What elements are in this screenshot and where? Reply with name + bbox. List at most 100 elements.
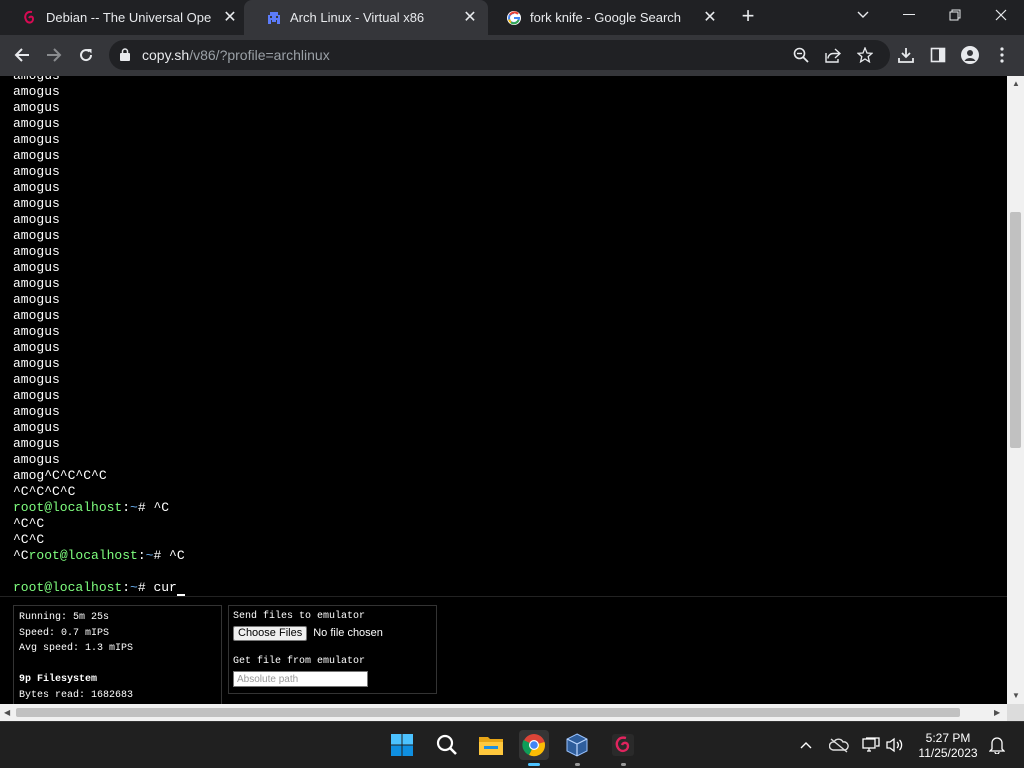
scroll-right-arrow-icon[interactable]: ▶ xyxy=(994,708,1000,717)
page-viewport: amogus amogus amogus amogus amogus amogus amog… xyxy=(0,76,1007,704)
terminal-line: ^C^C^C^C xyxy=(13,484,76,499)
vertical-scroll-thumb[interactable] xyxy=(1010,212,1021,448)
virtualbox-icon[interactable] xyxy=(562,730,592,766)
close-window-button[interactable] xyxy=(978,0,1024,30)
terminal-line: root@localhost:~# ^C xyxy=(13,500,185,516)
side-panel-icon[interactable] xyxy=(924,41,952,69)
terminal-line: amogus xyxy=(13,436,60,451)
scrollbar-corner xyxy=(1007,704,1024,721)
clock-time: 5:27 PM xyxy=(925,731,971,745)
file-chooser: Choose Files No file chosen xyxy=(233,624,432,642)
terminal-command: # ^C xyxy=(137,500,170,515)
prompt-dir: ~ xyxy=(130,580,138,595)
lock-icon[interactable] xyxy=(120,48,130,66)
active-app-indicator xyxy=(528,763,540,766)
tab-arch-linux[interactable]: Arch Linux - Virtual x86 ✕ xyxy=(244,0,488,35)
tab-title: fork knife - Google Search xyxy=(530,10,682,25)
terminal-line: ^C^C xyxy=(13,516,45,531)
tab-title: Debian -- The Universal Operating System xyxy=(46,10,212,25)
address-bar[interactable]: copy.sh/v86/?profile=archlinux xyxy=(109,40,890,70)
terminal-line: amogus xyxy=(13,212,60,227)
download-icon[interactable] xyxy=(892,41,920,69)
get-file-label: Get file from emulator xyxy=(233,656,366,667)
vertical-scrollbar[interactable]: ▲ ▼ xyxy=(1007,76,1024,704)
prompt-user: root@localhost xyxy=(13,500,123,515)
file-transfer-panel: Send files to emulator Choose Files No f… xyxy=(228,605,437,694)
horizontal-scrollbar[interactable]: ◀ ▶ xyxy=(0,704,1007,721)
running-app-indicator xyxy=(621,763,626,766)
close-tab-icon[interactable]: ✕ xyxy=(702,9,718,26)
url-host: copy.sh xyxy=(142,47,190,63)
prompt-separator: : xyxy=(122,580,131,595)
minimize-button[interactable] xyxy=(886,0,932,30)
back-arrow-icon[interactable] xyxy=(8,41,36,69)
restore-button[interactable] xyxy=(932,0,978,30)
tab-debian[interactable]: Debian -- The Universal Operating System… xyxy=(0,0,248,35)
notification-bell-icon[interactable] xyxy=(982,730,1012,760)
terminal-line: amogus xyxy=(13,260,60,275)
prompt-separator: : xyxy=(122,500,131,515)
send-files-label: Send files to emulator xyxy=(233,611,366,622)
tab-search-chevron-icon[interactable] xyxy=(840,0,886,30)
terminal-line: amog^C^C^C^C xyxy=(13,468,107,483)
tab-google-search[interactable]: fork knife - Google Search ✕ xyxy=(484,0,728,35)
new-tab-button[interactable]: + xyxy=(736,5,760,29)
file-chooser-status: No file chosen xyxy=(313,627,383,639)
horizontal-scroll-thumb[interactable] xyxy=(16,708,960,717)
tab-strip: Debian -- The Universal Operating System… xyxy=(0,0,1024,35)
terminal-line: amogus xyxy=(13,196,60,211)
terminal-line: amogus xyxy=(13,388,60,403)
tray-chevron-icon[interactable] xyxy=(791,730,821,760)
bookmark-star-icon[interactable] xyxy=(851,41,879,69)
windows-start-icon[interactable] xyxy=(387,730,417,760)
close-tab-icon[interactable]: ✕ xyxy=(462,9,478,26)
close-tab-icon[interactable]: ✕ xyxy=(222,9,238,26)
debian-app-icon[interactable] xyxy=(608,730,638,766)
bytes-read: Bytes read: 1682683 xyxy=(19,689,134,701)
google-g-icon xyxy=(506,10,522,26)
system-clock[interactable]: 5:27 PM 11/25/2023 xyxy=(912,731,984,761)
terminal-line: amogus xyxy=(13,132,60,147)
clock-date: 11/25/2023 xyxy=(918,746,978,760)
terminal-line: amogus xyxy=(13,276,60,291)
terminal-line: amogus xyxy=(13,100,60,115)
reload-icon[interactable] xyxy=(72,41,100,69)
chrome-icon[interactable] xyxy=(519,730,549,766)
browser-toolbar: copy.sh/v86/?profile=archlinux xyxy=(0,35,1024,76)
terminal-cursor xyxy=(176,582,185,596)
zoom-icon[interactable] xyxy=(787,41,815,69)
scroll-up-arrow-icon[interactable]: ▲ xyxy=(1012,79,1020,88)
profile-avatar-icon[interactable] xyxy=(956,41,984,69)
choose-files-button[interactable]: Choose Files xyxy=(233,625,308,641)
absolute-path-input[interactable] xyxy=(233,671,368,687)
terminal-line: amogus xyxy=(13,164,60,179)
share-icon[interactable] xyxy=(819,41,847,69)
terminal-line: amogus xyxy=(13,324,60,339)
menu-kebab-icon[interactable] xyxy=(988,41,1016,69)
terminal-command: # ^C xyxy=(153,548,185,563)
file-explorer-icon[interactable] xyxy=(476,730,506,760)
scroll-down-arrow-icon[interactable]: ▼ xyxy=(1012,691,1020,700)
filesystem-title: 9p Filesystem xyxy=(19,674,98,685)
terminal-line: amogus xyxy=(13,292,60,307)
search-icon[interactable] xyxy=(432,730,462,760)
scroll-left-arrow-icon[interactable]: ◀ xyxy=(4,708,10,717)
emulator-panels: Running: 5m 25s Speed: 0.7 mIPS Avg spee… xyxy=(0,596,1007,704)
emulator-terminal[interactable]: amogus amogus amogus amogus amogus amogus amog… xyxy=(13,76,1003,596)
tab-title: Arch Linux - Virtual x86 xyxy=(290,10,425,25)
terminal-line: ^C^C xyxy=(13,532,45,547)
terminal-text: ^C xyxy=(13,548,29,563)
onedrive-offline-icon[interactable] xyxy=(824,730,854,760)
terminal-line: amogus xyxy=(13,452,60,467)
running-app-indicator xyxy=(575,763,580,766)
volume-icon[interactable] xyxy=(880,730,910,760)
prompt-user: root@localhost xyxy=(13,580,123,595)
debian-swirl-icon xyxy=(22,10,38,26)
terminal-line: amogus xyxy=(13,180,60,195)
forward-arrow-icon[interactable] xyxy=(40,41,68,69)
prompt-separator: : xyxy=(137,548,146,563)
prompt-dir: ~ xyxy=(130,500,138,515)
